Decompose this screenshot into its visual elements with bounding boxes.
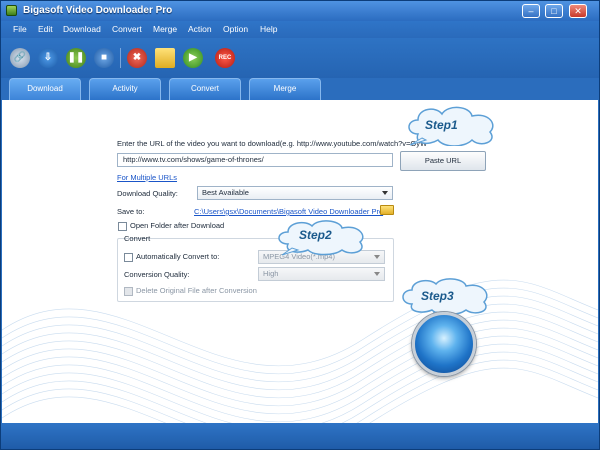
title-bar: Bigasoft Video Downloader Pro – □ ✕ bbox=[1, 1, 599, 21]
pause-icon[interactable]: ❚❚ bbox=[66, 48, 86, 68]
toolbar: 🔗 ⇩ ❚❚ ■ ✖ ▶ REC bbox=[1, 38, 599, 78]
record-icon[interactable]: REC bbox=[215, 48, 235, 68]
url-prompt-label: Enter the URL of the video you want to d… bbox=[117, 139, 428, 148]
toolbar-divider bbox=[120, 48, 121, 68]
menu-edit[interactable]: Edit bbox=[38, 24, 53, 34]
step1-label: Step1 bbox=[425, 118, 458, 132]
download-panel: Enter the URL of the video you want to d… bbox=[2, 100, 598, 423]
download-icon[interactable]: ⇩ bbox=[38, 48, 58, 68]
tab-merge[interactable]: Merge bbox=[249, 78, 321, 100]
menu-convert[interactable]: Convert bbox=[112, 24, 142, 34]
step2-label: Step2 bbox=[299, 228, 332, 242]
conversion-quality-value: High bbox=[263, 269, 279, 278]
menu-merge[interactable]: Merge bbox=[153, 24, 177, 34]
auto-convert-label: Automatically Convert to: bbox=[136, 252, 220, 261]
menu-option[interactable]: Option bbox=[223, 24, 248, 34]
save-path-link[interactable]: C:\Users\gsx\Documents\Bigasoft Video Do… bbox=[194, 207, 383, 216]
stop-icon[interactable]: ■ bbox=[94, 48, 114, 68]
menu-bar: File Edit Download Convert Merge Action … bbox=[1, 21, 599, 38]
open-folder-label: Open Folder after Download bbox=[130, 221, 225, 230]
open-folder-checkbox[interactable] bbox=[118, 222, 127, 231]
multiple-urls-link[interactable]: For Multiple URLs bbox=[117, 173, 177, 182]
maximize-button[interactable]: □ bbox=[545, 4, 563, 18]
download-quality-select[interactable]: Best Available bbox=[197, 186, 393, 200]
auto-convert-checkbox[interactable] bbox=[124, 253, 133, 262]
tab-convert[interactable]: Convert bbox=[169, 78, 241, 100]
convert-group-title: Convert bbox=[124, 234, 151, 243]
delete-original-label: Delete Original File after Conversion bbox=[136, 286, 257, 295]
close-button[interactable]: ✕ bbox=[569, 4, 587, 18]
browse-folder-icon[interactable] bbox=[380, 205, 394, 215]
chevron-down-icon bbox=[382, 191, 388, 195]
open-folder-icon[interactable] bbox=[155, 48, 175, 68]
window-title: Bigasoft Video Downloader Pro bbox=[23, 5, 173, 16]
save-to-label: Save to: bbox=[117, 207, 145, 216]
play-icon[interactable]: ▶ bbox=[183, 48, 203, 68]
download-quality-value: Best Available bbox=[202, 188, 249, 197]
app-window: Bigasoft Video Downloader Pro – □ ✕ File… bbox=[0, 0, 600, 450]
menu-help[interactable]: Help bbox=[260, 24, 277, 34]
tab-activity[interactable]: Activity bbox=[89, 78, 161, 100]
download-quality-label: Download Quality: bbox=[117, 189, 178, 198]
conversion-quality-label: Conversion Quality: bbox=[124, 270, 190, 279]
tab-bar: Download Activity Convert Merge bbox=[1, 78, 599, 100]
menu-action[interactable]: Action bbox=[188, 24, 212, 34]
delete-icon[interactable]: ✖ bbox=[127, 48, 147, 68]
delete-original-checkbox[interactable] bbox=[124, 287, 133, 296]
step3-label: Step3 bbox=[421, 289, 454, 303]
tab-download[interactable]: Download bbox=[9, 78, 81, 100]
app-logo-icon bbox=[6, 5, 17, 16]
menu-file[interactable]: File bbox=[13, 24, 27, 34]
minimize-button[interactable]: – bbox=[522, 4, 540, 18]
conversion-quality-select[interactable]: High bbox=[258, 267, 385, 281]
add-url-icon[interactable]: 🔗 bbox=[10, 48, 30, 68]
chevron-down-icon bbox=[374, 255, 380, 259]
paste-url-button[interactable]: Paste URL bbox=[400, 151, 486, 171]
menu-download[interactable]: Download bbox=[63, 24, 101, 34]
start-download-button[interactable] bbox=[412, 312, 476, 376]
chevron-down-icon bbox=[374, 272, 380, 276]
url-input[interactable]: http://www.tv.com/shows/game-of-thrones/ bbox=[117, 153, 393, 167]
status-bar bbox=[1, 423, 599, 449]
